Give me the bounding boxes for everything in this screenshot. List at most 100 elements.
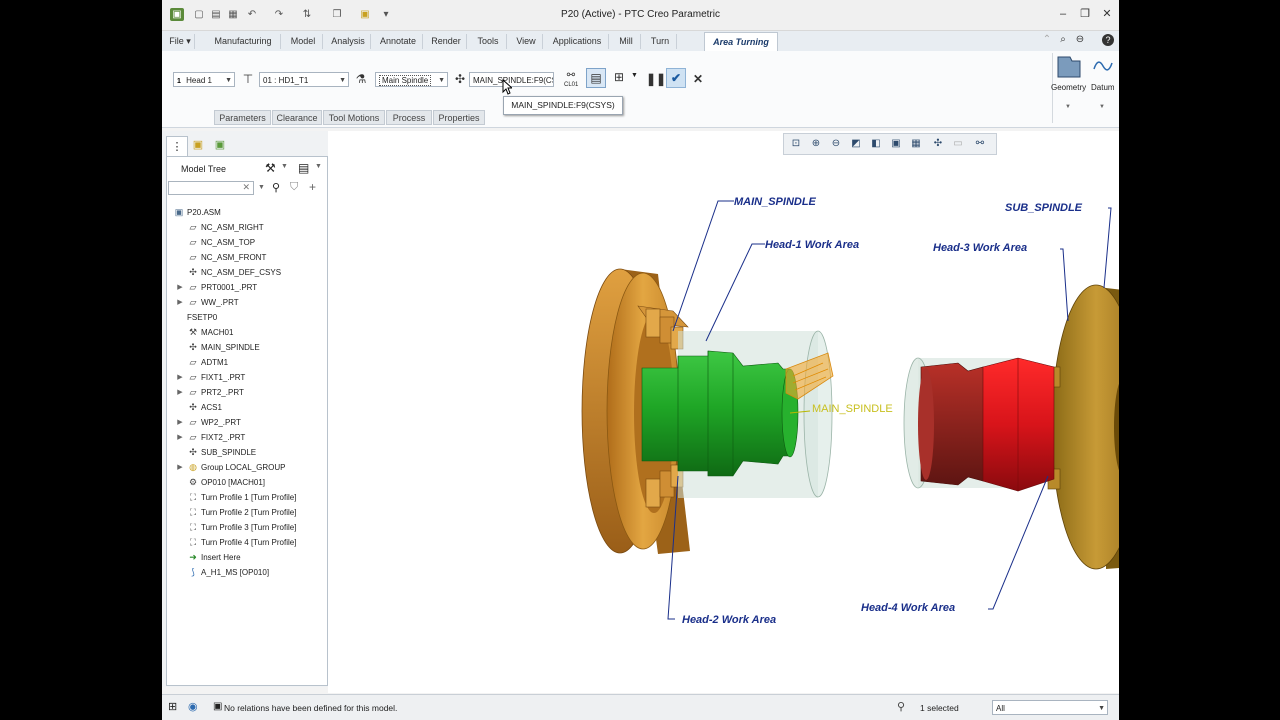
sub-chuck[interactable] (1047, 284, 1119, 570)
favorites-icon[interactable]: ▣ (211, 136, 229, 154)
maximize-button[interactable]: ❐ (1076, 7, 1094, 21)
display-toggle-icon[interactable]: ▤ (586, 68, 606, 88)
chevron-down-icon[interactable]: ▼ (258, 184, 265, 191)
tab-applications[interactable]: Applications (546, 34, 609, 49)
sub-workpiece[interactable] (903, 357, 1055, 492)
tree-item[interactable]: ▱ NC_ASM_TOP (167, 235, 325, 250)
chevron-down-icon[interactable]: ▼ (1065, 104, 1071, 110)
folder-browser-icon[interactable]: ▣ (189, 136, 207, 154)
find-icon[interactable]: ⚲ (897, 700, 905, 713)
tree-item[interactable]: ⛶ Turn Profile 3 [Turn Profile] (167, 520, 325, 535)
subtab-clearance[interactable]: Clearance (272, 110, 322, 125)
expand-arrow-icon[interactable]: ▶ (176, 295, 184, 310)
tree-item[interactable]: ✣ ACS1 (167, 400, 325, 415)
settings-icon[interactable]: ⊖ (1073, 33, 1087, 47)
head-select[interactable]: 1 Head 1 ▼ (173, 72, 235, 87)
tab-area-turning[interactable]: Area Turning (704, 32, 778, 52)
geometry-icon[interactable] (1056, 53, 1082, 79)
tree-item[interactable]: ▱ NC_ASM_RIGHT (167, 220, 325, 235)
minimize-button[interactable]: – (1054, 7, 1072, 21)
tab-tools[interactable]: Tools (470, 34, 507, 49)
expand-arrow-icon[interactable]: ▶ (176, 430, 184, 445)
expand-arrow-icon[interactable]: ▶ (176, 280, 184, 295)
subtab-parameters[interactable]: Parameters (214, 110, 271, 125)
tree-item[interactable]: ⚒ MACH01 (167, 325, 325, 340)
tree-item[interactable]: ▶ ▱ PRT0001_.PRT (167, 280, 325, 295)
tree-item[interactable]: ✣ NC_ASM_DEF_CSYS (167, 265, 325, 280)
head2-work-area-label: Head-2 Work Area (682, 614, 776, 626)
browser-toggle-icon[interactable]: ◉ (188, 700, 198, 713)
graphics-window[interactable]: ⊡ ⊕ ⊖ ◩ ◧ ▣ ▦ ✣ ▭ ⚯ MAIN_SPINDLE MAIN_SP… (328, 131, 1119, 693)
spindle-icon[interactable]: ⚗ (352, 70, 370, 88)
tool-select[interactable]: 01 : HD1_T1 ▼ (259, 72, 349, 87)
expand-arrow-icon[interactable]: ▶ (176, 415, 184, 430)
add-column-icon[interactable]: + (309, 180, 316, 194)
tree-item-label: P20.ASM (187, 208, 221, 217)
ok-check-icon[interactable]: ✔ (666, 68, 686, 88)
csys-icon[interactable]: ✣ (451, 70, 469, 88)
tree-item[interactable]: ➜ Insert Here (167, 550, 325, 565)
tab-analysis[interactable]: Analysis (326, 34, 371, 49)
tab-mill[interactable]: Mill (612, 34, 641, 49)
find-icon[interactable]: ⚲ (272, 181, 280, 194)
head-select-value: Head 1 (186, 76, 212, 85)
chevron-up-icon[interactable]: ⌃ (1040, 33, 1054, 47)
assembly-icon: ▣ (174, 207, 184, 217)
tree-item[interactable]: ▶ ◍ Group LOCAL_GROUP (167, 460, 325, 475)
tree-item[interactable]: ▶ ▱ PRT2_.PRT (167, 385, 325, 400)
navigator-toggle-icon[interactable]: ⊞ (168, 700, 177, 713)
tab-model[interactable]: Model (284, 34, 323, 49)
filter-icon[interactable]: ⛉ (290, 181, 298, 194)
tree-item[interactable]: ⚙ OP010 [MACH01] (167, 475, 325, 490)
expand-arrow-icon[interactable]: ▶ (176, 370, 184, 385)
chevron-down-icon[interactable]: ▼ (631, 72, 638, 79)
geometry-label[interactable]: Geometry (1051, 83, 1086, 92)
search-icon[interactable]: ⌕ (1056, 33, 1070, 47)
tab-render[interactable]: Render (426, 34, 467, 49)
tree-item-label: MAIN_SPINDLE (201, 343, 260, 352)
chevron-down-icon[interactable]: ▼ (1099, 104, 1105, 110)
tree-item[interactable]: ⛶ Turn Profile 1 [Turn Profile] (167, 490, 325, 505)
tree-item[interactable]: ✣ SUB_SPINDLE (167, 445, 325, 460)
tab-file[interactable]: File ▾ (166, 34, 195, 49)
tree-item[interactable]: ▶ ▱ FIXT2_.PRT (167, 430, 325, 445)
pause-icon[interactable]: ❚❚ (646, 70, 666, 88)
tab-manufacturing[interactable]: Manufacturing (206, 34, 281, 49)
subtab-properties[interactable]: Properties (433, 110, 485, 125)
toolpath-icon[interactable]: ⊞ (610, 68, 628, 86)
close-button[interactable]: ✕ (1098, 7, 1116, 21)
expand-arrow-icon[interactable]: ▶ (176, 385, 184, 400)
tree-item[interactable]: ▱ NC_ASM_FRONT (167, 250, 325, 265)
datum-label[interactable]: Datum (1091, 83, 1115, 92)
show-icon[interactable]: ▤ (298, 161, 309, 175)
subtab-tool-motions[interactable]: Tool Motions (323, 110, 385, 125)
chevron-down-icon[interactable]: ▼ (281, 163, 288, 170)
tree-item[interactable]: ▶ ▱ FIXT1_.PRT (167, 370, 325, 385)
cancel-x-icon[interactable]: ✕ (689, 70, 707, 88)
tree-item[interactable]: ▶ ▱ WW_.PRT (167, 295, 325, 310)
tree-item[interactable]: ⛶ Turn Profile 4 [Turn Profile] (167, 535, 325, 550)
tree-item[interactable]: ⛶ Turn Profile 2 [Turn Profile] (167, 505, 325, 520)
tab-turn[interactable]: Turn (644, 34, 677, 49)
part-icon: ▱ (189, 372, 197, 382)
tree-item[interactable]: ✣ MAIN_SPINDLE (167, 340, 325, 355)
tree-item[interactable]: FSETP0 (167, 310, 325, 325)
tree-item[interactable]: ⟆ A_H1_MS [OP010] (167, 565, 325, 580)
tree-settings-icon[interactable]: ⚒ (265, 161, 276, 175)
tree-item[interactable]: ▶ ▱ WP2_.PRT (167, 415, 325, 430)
expand-arrow-icon[interactable]: ▶ (176, 460, 184, 475)
chevron-down-icon[interactable]: ▼ (315, 163, 322, 170)
tree-search-input[interactable]: ✕ (168, 181, 254, 195)
help-icon[interactable]: ? (1102, 34, 1114, 46)
tool-icon[interactable]: ⊤ (239, 70, 257, 88)
filter-select[interactable]: All ▼ (992, 700, 1108, 715)
tab-view[interactable]: View (510, 34, 543, 49)
tree-item[interactable]: ▱ ADTM1 (167, 355, 325, 370)
tree-item[interactable]: ▣ P20.ASM (167, 205, 325, 220)
clear-icon[interactable]: ✕ (242, 182, 250, 193)
subtab-process[interactable]: Process (386, 110, 432, 125)
tab-annotate[interactable]: Annotate (374, 34, 423, 49)
model-tree-tab-icon[interactable]: ⋮ (166, 136, 188, 157)
datum-icon[interactable] (1092, 55, 1114, 77)
spindle-select[interactable]: Main Spindle ▼ (375, 72, 448, 87)
